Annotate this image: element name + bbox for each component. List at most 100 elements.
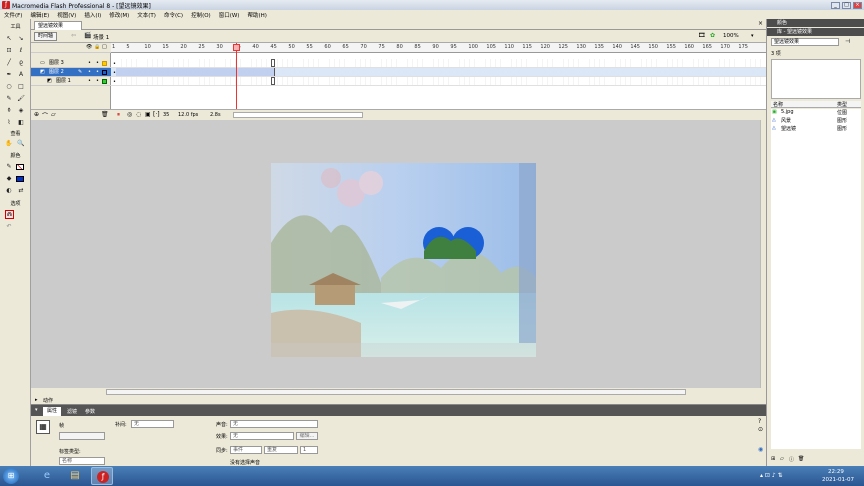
eyedropper-tool-icon[interactable]: ⌇ — [4, 118, 14, 127]
center-frame-icon[interactable]: ⏸ — [117, 111, 120, 119]
menu-commands[interactable]: 命令(C) — [160, 11, 187, 19]
maximize-button[interactable]: □ — [842, 1, 851, 9]
frame-name-input[interactable] — [59, 432, 105, 440]
onion-skin-icon[interactable]: ◎ — [127, 111, 132, 118]
flash-taskbar-button[interactable]: ƒ — [91, 467, 113, 485]
pen-tool-icon[interactable]: ✒ — [4, 70, 14, 79]
lasso-tool-icon[interactable]: ℓ — [16, 46, 26, 55]
frame-row[interactable]: • — [111, 77, 766, 86]
subselect-tool-icon[interactable]: ↘ — [16, 34, 26, 43]
repeat-count-input[interactable]: 1 — [300, 446, 318, 454]
col-name[interactable]: 名称 — [773, 101, 783, 108]
menu-file[interactable]: 文件(F) — [0, 11, 26, 19]
folder-icon[interactable]: ▤ — [65, 468, 85, 484]
help-icon[interactable]: ? — [758, 418, 761, 425]
black-white-icon[interactable]: ◐ — [4, 186, 14, 195]
outline-swatch[interactable] — [102, 79, 107, 84]
ink-bottle-tool-icon[interactable]: ⚱ — [4, 106, 14, 115]
stroke-color-icon[interactable]: ✎ — [4, 162, 14, 171]
sync-select[interactable]: 事件 — [230, 446, 262, 454]
delete-layer-icon[interactable]: 🗑 — [101, 111, 109, 118]
tray-icons[interactable]: ▴ ⊡ ♪ ⇅ — [760, 472, 783, 479]
outline-swatch[interactable] — [102, 61, 107, 66]
back-arrow-icon[interactable]: ⇦ — [71, 32, 76, 39]
delete-icon[interactable]: 🗑 — [798, 456, 804, 462]
library-select[interactable]: 望远镜效果 — [771, 38, 839, 46]
edit-button[interactable]: 编辑... — [296, 432, 318, 440]
color-panel-header[interactable]: 颜色 — [767, 19, 864, 27]
brush-tool-icon[interactable]: 🖌 — [16, 94, 26, 103]
menu-window[interactable]: 窗口(W) — [215, 11, 244, 19]
minimize-button[interactable]: _ — [831, 1, 840, 9]
menu-control[interactable]: 控制(O) — [187, 11, 215, 19]
eye-icon[interactable]: 👁 — [86, 43, 92, 52]
timeline-toggle-button[interactable]: 时间轴 — [34, 32, 58, 41]
tween-select[interactable]: 无 — [131, 420, 174, 428]
paint-bucket-tool-icon[interactable]: ◈ — [16, 106, 26, 115]
frame-row[interactable]: • — [111, 59, 766, 68]
oval-tool-icon[interactable]: ○ — [4, 82, 14, 91]
frame-rate[interactable]: 12.0 fps — [178, 112, 198, 118]
layer-row[interactable]: ▭ 图层 3 • • — [31, 59, 111, 68]
edit-multiple-icon[interactable]: ▣ — [145, 111, 151, 118]
stage-canvas[interactable] — [271, 163, 536, 357]
pencil-tool-icon[interactable]: ✎ — [4, 94, 14, 103]
timeline-hscroll[interactable] — [233, 112, 363, 118]
library-item[interactable]: ◬ 望远镜 图形 — [771, 125, 861, 133]
properties-icon[interactable]: ⓘ — [789, 456, 794, 463]
lasso2-tool-icon[interactable]: ϱ — [16, 58, 26, 67]
label-type-select[interactable]: 名称 — [59, 457, 105, 465]
zoom-dropdown-icon[interactable]: ▾ — [751, 33, 754, 39]
tab-parameters[interactable]: 参数 — [85, 408, 95, 415]
edit-symbol-icon[interactable]: ✿ — [710, 32, 715, 39]
menu-edit[interactable]: 编辑(E) — [26, 11, 53, 19]
menu-help[interactable]: 帮助(H) — [243, 11, 270, 19]
snap-magnet-icon[interactable]: ⋒ — [5, 210, 14, 219]
library-item[interactable]: ▣ 5.jpg 位图 — [771, 109, 861, 117]
stage-hscrollbar[interactable] — [31, 388, 766, 396]
add-layer-icon[interactable]: ⊕ — [34, 111, 39, 118]
stage-scroll-thumb[interactable] — [106, 389, 686, 395]
frame-ruler[interactable]: 1510152025303540455055606570758085909510… — [111, 43, 766, 53]
layer-row[interactable]: ◩ 图层 1 • • — [31, 77, 111, 86]
ie-icon[interactable]: e — [37, 468, 57, 484]
close-document-icon[interactable]: × — [758, 20, 763, 27]
fill-swatch[interactable] — [16, 176, 24, 182]
text-tool-icon[interactable]: A — [16, 70, 26, 79]
menu-view[interactable]: 视图(V) — [53, 11, 80, 19]
smooth-option-icon[interactable]: ↶ — [4, 222, 14, 231]
tab-filters[interactable]: 滤镜 — [67, 408, 77, 415]
stroke-swatch[interactable] — [16, 164, 24, 170]
lock-icon[interactable]: 🔒 — [94, 43, 100, 52]
new-symbol-icon[interactable]: ⊞ — [771, 456, 775, 462]
sound-select[interactable]: 无 — [230, 420, 318, 428]
free-transform-tool-icon[interactable]: ⊡ — [4, 46, 14, 55]
layer-row-selected[interactable]: ◩ 图层 2 ✎ • • — [31, 68, 111, 77]
add-folder-icon[interactable]: ▱ — [51, 111, 56, 118]
playhead-handle[interactable] — [233, 44, 240, 51]
expand-arrow-icon[interactable]: ▸ — [35, 397, 38, 403]
library-panel-header[interactable]: 库 - 望远镜效果 — [767, 28, 864, 36]
line-tool-icon[interactable]: ╱ — [4, 58, 14, 67]
hand-tool-icon[interactable]: ✋ — [4, 139, 14, 148]
onion-outline-icon[interactable]: ◌ — [136, 111, 141, 118]
collapse-icon[interactable]: ⊙ — [758, 426, 763, 433]
new-folder-icon[interactable]: ▱ — [780, 456, 784, 462]
col-type[interactable]: 类型 — [837, 101, 847, 108]
accessibility-icon[interactable]: ◉ — [758, 446, 763, 453]
close-button[interactable]: × — [853, 1, 862, 9]
menu-text[interactable]: 文本(T) — [133, 11, 160, 19]
eraser-tool-icon[interactable]: ◧ — [16, 118, 26, 127]
add-guide-icon[interactable]: ⌒ — [42, 111, 48, 120]
effect-select[interactable]: 无 — [230, 432, 294, 440]
swap-colors-icon[interactable]: ⇄ — [16, 186, 26, 195]
clock-time[interactable]: 22:29 — [828, 469, 844, 475]
repeat-select[interactable]: 重复 — [264, 446, 298, 454]
menu-insert[interactable]: 插入(I) — [80, 11, 105, 19]
arrow-tool-icon[interactable]: ↖ — [4, 34, 14, 43]
menu-modify[interactable]: 修改(M) — [105, 11, 133, 19]
actions-panel-bar[interactable]: ▸ 动作 — [31, 396, 766, 404]
frame-row[interactable]: • — [111, 68, 766, 77]
zoom-tool-icon[interactable]: 🔍 — [16, 139, 26, 148]
start-button[interactable]: ⊞ — [3, 468, 19, 484]
